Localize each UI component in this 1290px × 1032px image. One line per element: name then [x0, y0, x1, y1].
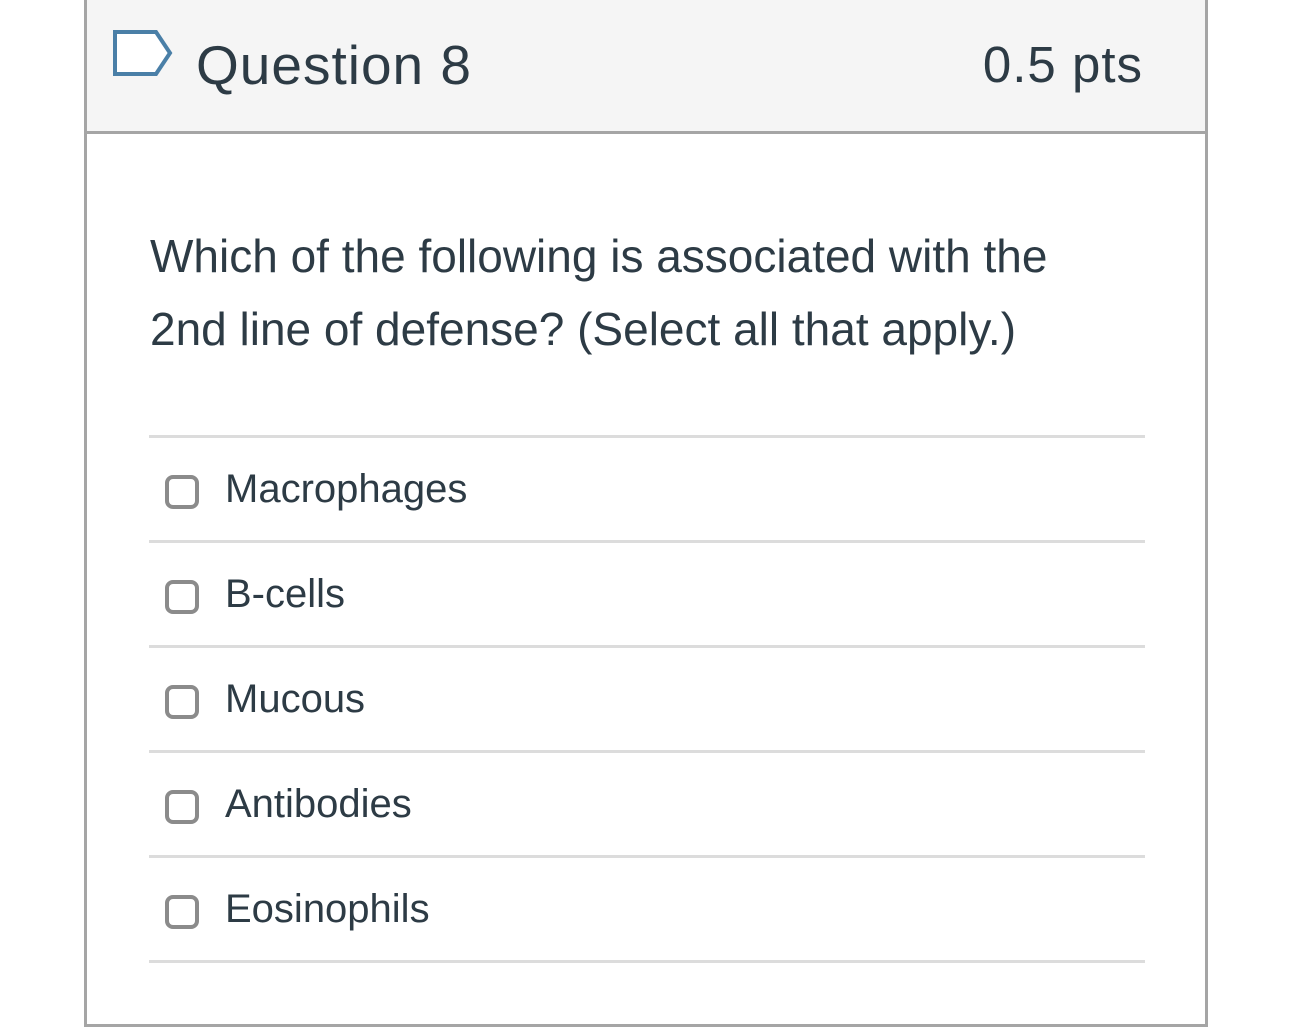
answer-checkbox[interactable] — [165, 895, 199, 929]
question-text: Which of the following is associated wit… — [150, 220, 1150, 366]
answer-label[interactable]: Mucous — [225, 674, 365, 724]
answer-checkbox[interactable] — [165, 790, 199, 824]
answer-checkbox[interactable] — [165, 580, 199, 614]
answer-checkbox[interactable] — [165, 685, 199, 719]
question-card: Question 8 0.5 pts Which of the followin… — [84, 0, 1208, 1027]
question-text-line-1: Which of the following is associated wit… — [150, 230, 1048, 282]
answer-option-eosinophils[interactable]: Eosinophils — [149, 858, 1145, 963]
answer-option-antibodies[interactable]: Antibodies — [149, 753, 1145, 858]
answer-label[interactable]: Macrophages — [225, 464, 467, 514]
question-points: 0.5 pts — [982, 36, 1143, 93]
answer-label[interactable]: B-cells — [225, 569, 345, 619]
answer-option-b-cells[interactable]: B-cells — [149, 543, 1145, 648]
question-title: Question 8 — [196, 34, 473, 96]
flag-question-icon[interactable] — [112, 29, 174, 77]
answer-list: Macrophages B-cells Mucous Antibodies Eo… — [149, 435, 1145, 963]
answer-checkbox[interactable] — [165, 475, 199, 509]
answer-label[interactable]: Antibodies — [225, 779, 412, 829]
answer-option-macrophages[interactable]: Macrophages — [149, 438, 1145, 543]
question-header: Question 8 0.5 pts — [87, 0, 1205, 134]
question-text-line-2: 2nd line of defense? (Select all that ap… — [150, 303, 1017, 355]
answer-option-mucous[interactable]: Mucous — [149, 648, 1145, 753]
answer-label[interactable]: Eosinophils — [225, 884, 430, 934]
